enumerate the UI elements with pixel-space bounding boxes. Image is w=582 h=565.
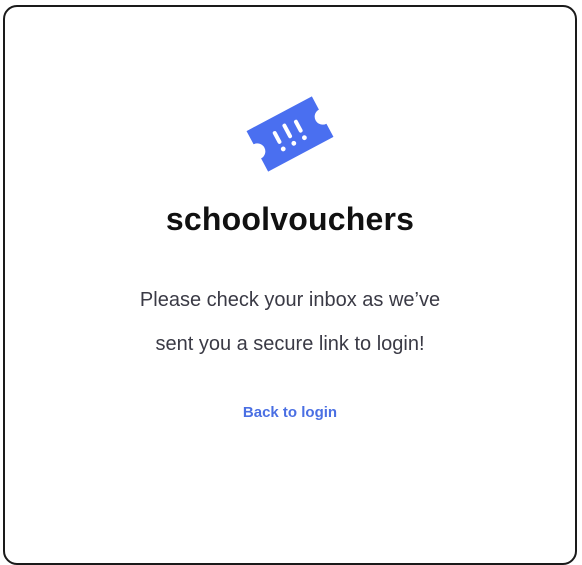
confirmation-message: Please check your inbox as we’ve sent yo…: [80, 278, 500, 366]
brand-name: schoolvouchers: [165, 201, 415, 237]
dialog-frame: schoolvouchers Please check your inbox a…: [3, 5, 577, 565]
message-line-2: sent you a secure link to login!: [155, 333, 425, 355]
confirmation-card: schoolvouchers Please check your inbox a…: [5, 7, 575, 563]
back-to-login-link[interactable]: Back to login: [243, 404, 337, 421]
ticket-icon: [246, 96, 334, 172]
message-line-1: Please check your inbox as we’ve: [139, 289, 441, 311]
